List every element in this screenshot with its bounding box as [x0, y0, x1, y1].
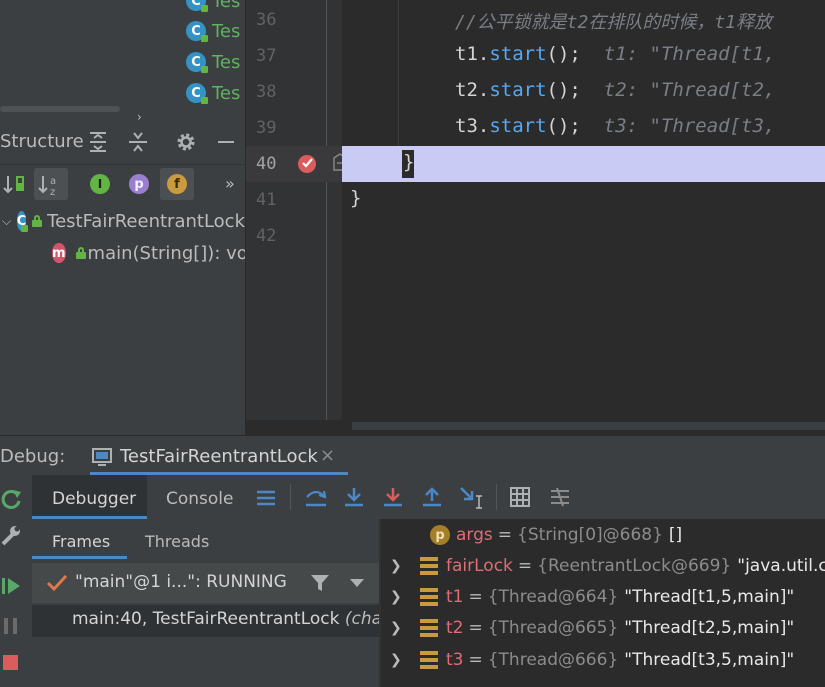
project-tree-item[interactable]: C Tes — [186, 0, 240, 16]
close-icon[interactable]: × — [320, 445, 335, 466]
debug-session-tab[interactable]: TestFairReentrantLock — [90, 436, 348, 476]
structure-class-node[interactable]: ⌵ C TestFairReentrantLock — [0, 206, 245, 236]
structure-toolbar: az I p f » — [0, 164, 245, 204]
structure-title: Structure — [0, 131, 84, 152]
code-comment: //公平锁就是t2在排队的时候，t1释放 — [455, 12, 773, 33]
tab-frames[interactable]: Frames — [32, 519, 127, 559]
checkmark-icon — [46, 573, 68, 593]
svg-text:z: z — [50, 187, 55, 198]
variable-row[interactable]: ❯ fairLock = {ReentrantLock@669} "java.u… — [390, 551, 825, 581]
variable-row[interactable]: ❯ t2 = {Thread@665} "Thread[t2,5,main]" — [390, 613, 794, 643]
evaluate-expression-icon[interactable] — [510, 487, 530, 507]
line-number: 39 — [256, 118, 277, 138]
sort-by-visibility-icon[interactable] — [3, 173, 27, 195]
debug-actions-strip — [0, 475, 32, 687]
field-icon — [420, 651, 438, 669]
class-icon: C — [186, 21, 208, 42]
resume-icon[interactable] — [0, 575, 22, 597]
tab-console[interactable]: Console — [160, 475, 240, 519]
method-icon: m — [52, 243, 66, 263]
show-properties-icon[interactable]: p — [129, 174, 149, 194]
variable-row[interactable]: p args = {String[0]@668} [] — [390, 520, 682, 550]
debug-title-bar: Debug: TestFairReentrantLock × — [0, 435, 825, 476]
code-brace-41: } — [350, 187, 362, 209]
chevron-right-icon[interactable]: ❯ — [390, 558, 404, 574]
project-tree-item[interactable]: C Tes — [186, 16, 240, 46]
active-tab-indicator — [32, 556, 127, 559]
class-icon: C — [186, 52, 208, 73]
run-config-icon — [92, 447, 114, 467]
collapse-all-icon[interactable] — [127, 131, 149, 153]
gutter-divider — [326, 0, 327, 420]
field-icon: f — [167, 174, 187, 194]
gear-icon[interactable] — [175, 131, 197, 153]
code-line-37: t1.start(); t1: "Thread[t1, — [455, 43, 776, 65]
debug-label: Debug: — [0, 446, 66, 467]
project-tree-item[interactable]: C Tes — [186, 78, 240, 108]
line-number: 37 — [256, 46, 277, 66]
code-brace-40: } — [403, 151, 415, 173]
thread-selector[interactable]: "main"@1 i...": RUNNING — [32, 563, 380, 603]
line-number: 40 — [256, 154, 277, 174]
frames-panel: Frames Threads "main"@1 i...": RUNNING m… — [32, 519, 380, 687]
chevron-right-icon[interactable]: ❯ — [390, 589, 404, 605]
pause-icon[interactable] — [2, 617, 20, 635]
class-icon: C — [186, 83, 208, 104]
chevron-down-icon[interactable] — [350, 579, 364, 588]
step-over-icon[interactable] — [304, 486, 328, 508]
trace-stream-icon[interactable] — [549, 487, 571, 507]
project-tree-item[interactable]: C Tes — [186, 47, 240, 77]
editor-horizontal-scrollbar[interactable] — [352, 422, 825, 430]
more-chevron-icon[interactable]: » — [225, 174, 235, 193]
field-icon — [420, 557, 438, 575]
tab-threads[interactable]: Threads — [132, 519, 222, 559]
tab-debugger[interactable]: Debugger — [32, 475, 147, 519]
toolbar-divider — [290, 484, 291, 510]
breakpoint-icon[interactable] — [296, 152, 318, 174]
minimize-icon[interactable] — [218, 141, 234, 143]
structure-panel: Structure az I p f » ⌵ C TestFairReentra… — [0, 120, 245, 435]
rerun-icon[interactable] — [0, 488, 22, 510]
class-icon: C — [186, 0, 208, 12]
line-number: 36 — [256, 10, 277, 30]
line-number: 38 — [256, 82, 277, 102]
variable-row[interactable]: ❯ t1 = {Thread@664} "Thread[t1,5,main]" — [390, 582, 794, 612]
filter-icon[interactable] — [310, 574, 330, 592]
structure-method-node[interactable]: m main(String[]): vo — [52, 238, 245, 268]
horizontal-scrollbar[interactable] — [0, 106, 120, 112]
code-line-39: t3.start(); t3: "Thread[t3, — [455, 115, 776, 137]
class-icon: C — [16, 211, 29, 232]
expand-all-icon[interactable] — [88, 131, 108, 153]
debug-toolbar: Debugger Console — [0, 475, 825, 519]
show-fields-button[interactable]: f — [160, 168, 194, 200]
structure-header: Structure — [0, 120, 245, 165]
sort-alphabetically-button[interactable]: az — [34, 168, 68, 200]
variable-row[interactable]: ❯ t3 = {Thread@666} "Thread[t3,5,main]" — [390, 645, 794, 675]
code-line-38: t2.start(); t2: "Thread[t2, — [455, 79, 776, 101]
toolbar-divider — [496, 484, 497, 510]
force-step-into-icon[interactable] — [382, 486, 404, 508]
run-to-cursor-icon[interactable] — [459, 486, 485, 510]
chevron-right-icon: › — [137, 110, 142, 120]
wrench-icon[interactable] — [0, 525, 22, 547]
stack-frame-row[interactable]: main:40, TestFairReentrantLock (cha — [32, 605, 380, 637]
chevron-right-icon[interactable]: ❯ — [390, 620, 404, 636]
stop-icon[interactable] — [3, 655, 18, 670]
field-icon — [420, 619, 438, 637]
layout-menu-icon[interactable] — [256, 489, 276, 507]
chevron-right-icon[interactable]: ❯ — [390, 652, 404, 668]
line-number: 42 — [256, 226, 277, 246]
lock-icon — [32, 215, 42, 227]
step-out-icon[interactable] — [421, 486, 443, 508]
project-tree: C Tes C Tes C Tes C Tes › — [0, 0, 245, 120]
stack-frame-label: main:40, TestFairReentrantLock (cha — [72, 609, 380, 629]
field-icon — [420, 588, 438, 606]
svg-text:a: a — [50, 176, 56, 187]
line-number: 41 — [256, 190, 277, 210]
parameter-icon: p — [430, 525, 450, 545]
indent-guide — [398, 0, 399, 146]
show-inherited-icon[interactable]: I — [90, 174, 110, 194]
step-into-icon[interactable] — [343, 486, 365, 508]
chevron-down-icon: ⌵ — [2, 213, 12, 228]
